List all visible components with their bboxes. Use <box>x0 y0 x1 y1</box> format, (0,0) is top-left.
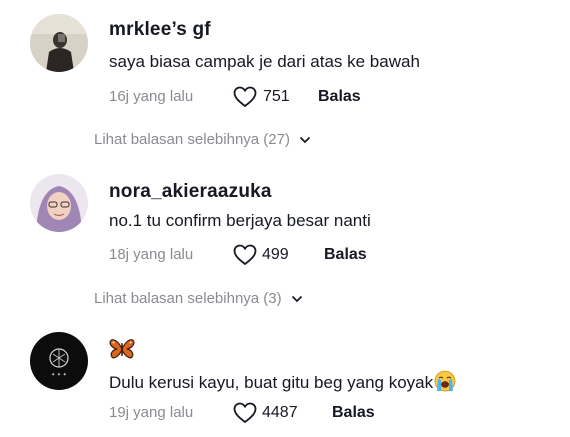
avatar[interactable] <box>30 174 88 232</box>
like-count: 751 <box>263 88 290 105</box>
avatar[interactable] <box>30 14 88 72</box>
like-count: 4487 <box>262 404 298 421</box>
like-heart-icon[interactable] <box>233 244 257 266</box>
comment-item: mrklee’s gf saya biasa campak je dari at… <box>0 0 570 148</box>
comment-username[interactable]: nora_akieraazuka <box>109 181 272 203</box>
loudly-crying-face-icon <box>434 370 456 392</box>
comment-time: 18j yang lalu <box>109 246 194 263</box>
comment-text: no.1 tu confirm berjaya besar nanti <box>109 211 371 230</box>
comment-meta: 16j yang lalu 751 Balas <box>109 86 509 108</box>
comment-username-butterfly-icon[interactable] <box>109 338 135 362</box>
reply-button[interactable]: Balas <box>318 88 361 106</box>
comment-meta: 18j yang lalu 499 Balas <box>109 244 509 266</box>
chevron-down-icon <box>299 131 311 148</box>
comment-item: nora_akieraazuka no.1 tu confirm berjaya… <box>0 160 570 310</box>
chevron-down-icon <box>291 290 303 307</box>
view-more-replies[interactable]: Lihat balasan selebihnya (3) <box>94 290 303 307</box>
view-more-replies-label[interactable]: Lihat balasan selebihnya (27) <box>94 131 290 148</box>
view-more-replies[interactable]: Lihat balasan selebihnya (27) <box>94 131 311 148</box>
like-heart-icon[interactable] <box>233 86 257 108</box>
comment-text-content: Dulu kerusi kayu, buat gitu beg yang koy… <box>109 373 434 392</box>
comment-item: ✦ ✦ ✦ Dulu kerusi kayu, buat gitu beg ya… <box>0 320 570 437</box>
avatar[interactable]: ✦ ✦ ✦ <box>30 332 88 390</box>
reply-button[interactable]: Balas <box>324 246 367 264</box>
svg-text:✦ ✦ ✦: ✦ ✦ ✦ <box>51 372 67 378</box>
like-count: 499 <box>262 246 289 263</box>
comment-meta: 19j yang lalu 4487 Balas <box>109 402 509 424</box>
comment-username[interactable]: mrklee’s gf <box>109 19 211 41</box>
avatar-image <box>30 174 88 232</box>
butterfly-icon <box>109 339 135 359</box>
comment-time: 16j yang lalu <box>109 88 194 105</box>
view-more-replies-label[interactable]: Lihat balasan selebihnya (3) <box>94 290 282 307</box>
like-heart-icon[interactable] <box>233 402 257 424</box>
avatar-image <box>30 14 88 72</box>
comment-text: saya biasa campak je dari atas ke bawah <box>109 52 420 71</box>
comment-text: Dulu kerusi kayu, buat gitu beg yang koy… <box>109 370 456 393</box>
reply-button[interactable]: Balas <box>332 404 375 422</box>
comment-time: 19j yang lalu <box>109 404 194 421</box>
avatar-image: ✦ ✦ ✦ <box>30 332 88 390</box>
